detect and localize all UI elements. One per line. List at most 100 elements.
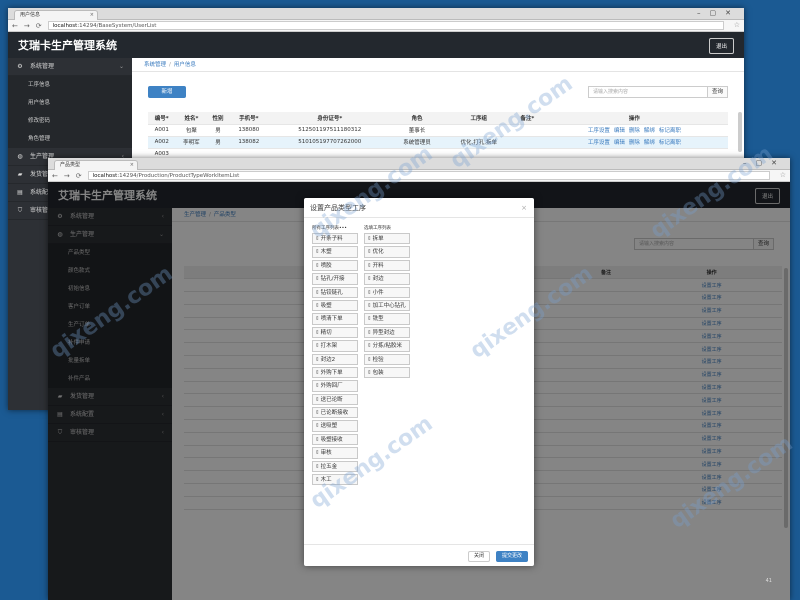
drag-handle-icon[interactable]: ⇕ (367, 249, 372, 255)
window-controls[interactable]: –▢✕ (697, 9, 740, 17)
url-input[interactable]: localhost:14294/BaseSystem/UserList (47, 21, 724, 30)
mark-resigned-link[interactable]: 标记离职 (659, 128, 681, 134)
process-item[interactable]: ⇕吸塑接收 (312, 433, 358, 446)
drag-handle-icon[interactable]: ⇕ (315, 397, 320, 403)
edit-link[interactable]: 编辑 (614, 140, 625, 146)
drag-handle-icon[interactable]: ⇕ (367, 263, 372, 269)
drag-handle-icon[interactable]: ⇕ (315, 370, 320, 376)
process-item[interactable]: ⇕审核 (312, 447, 358, 459)
drag-handle-icon[interactable]: ⇕ (367, 236, 372, 242)
process-settings-link[interactable]: 工序设置 (588, 140, 610, 146)
drag-handle-icon[interactable]: ⇕ (367, 276, 372, 282)
bookmark-star-icon[interactable]: ☆ (734, 21, 740, 29)
drag-handle-icon[interactable]: ⇕ (315, 236, 320, 242)
process-item[interactable]: ⇕送已论断 (312, 393, 358, 406)
browser-tab-product-type[interactable]: 产品类型 × (54, 160, 138, 170)
back-icon[interactable]: ← (52, 172, 58, 180)
process-settings-link[interactable]: 工序设置 (588, 128, 610, 134)
process-item[interactable]: ⇕小件 (364, 286, 410, 298)
process-item[interactable]: ⇕封边 (364, 273, 410, 285)
drag-handle-icon[interactable]: ⇕ (367, 316, 372, 322)
column-header[interactable]: 操作 (540, 112, 728, 125)
table-row[interactable]: A001 包聚男 138080 512501197511180312 董事长 工序设置 编辑… (148, 124, 728, 137)
add-button[interactable]: 新增 (148, 86, 186, 98)
process-item[interactable]: ⇕封边2 (312, 353, 358, 365)
process-item[interactable]: ⇕吸塑 (312, 299, 358, 312)
sidebar-group-system[interactable]: ⚙ 系统管理 ⌄ (8, 58, 132, 76)
drag-handle-icon[interactable]: ⇕ (315, 290, 320, 296)
close-icon[interactable]: × (130, 161, 134, 170)
drag-handle-icon[interactable]: ⇕ (367, 343, 372, 349)
process-item[interactable]: ⇕分拣/粘胶米 (364, 340, 410, 352)
table-row[interactable]: A002 李明军男 138082 510105197707262000 系统管理员 优化,… (148, 136, 728, 149)
unbind-link[interactable]: 解绑 (644, 128, 655, 134)
process-item[interactable]: ⇕外购下单 (312, 366, 358, 379)
process-item[interactable]: ⇕铣型 (364, 313, 410, 325)
column-header[interactable]: 编号* (148, 112, 176, 125)
search-button[interactable]: 查询 (707, 86, 728, 98)
process-item[interactable]: ⇕已论断接收 (312, 407, 358, 419)
process-item[interactable]: ⇕送吸塑 (312, 420, 358, 432)
unbind-link[interactable]: 解绑 (644, 140, 655, 146)
mark-resigned-link[interactable]: 标记离职 (659, 140, 681, 146)
drag-handle-icon[interactable]: ⇕ (315, 464, 320, 470)
drag-handle-icon[interactable]: ⇕ (315, 303, 320, 309)
drag-handle-icon[interactable]: ⇕ (367, 370, 372, 376)
process-item[interactable]: ⇕检验 (364, 353, 410, 365)
sidebar-item-users[interactable]: 用户信息 (8, 94, 132, 112)
column-header[interactable]: 角色 (390, 112, 444, 125)
sidebar-item-roles[interactable]: 角色管理 (8, 130, 132, 148)
browser-tab-user-info[interactable]: 用户信息 × (14, 10, 98, 20)
bookmark-star-icon[interactable]: ☆ (780, 171, 786, 179)
process-item[interactable]: ⇕钻孔/开接 (312, 273, 358, 285)
column-header[interactable]: 性别 (207, 112, 229, 125)
process-item[interactable]: ⇕拉五金 (312, 460, 358, 473)
drag-handle-icon[interactable]: ⇕ (315, 343, 320, 349)
drag-handle-icon[interactable]: ⇕ (315, 316, 320, 322)
exit-button[interactable]: 退出 (708, 38, 734, 54)
process-item[interactable]: ⇕打木架 (312, 340, 358, 352)
window-controls[interactable]: –▢✕ (743, 159, 786, 167)
drag-handle-icon[interactable]: ⇕ (315, 249, 320, 255)
process-item[interactable]: ⇕木工 (312, 474, 358, 486)
reload-icon[interactable]: ⟳ (76, 172, 82, 180)
column-header[interactable]: 工序组 (443, 112, 514, 125)
process-item[interactable]: ⇕钻铰链孔 (312, 286, 358, 298)
breadcrumb-item[interactable]: 系统管理 (144, 62, 166, 68)
drag-handle-icon[interactable]: ⇕ (367, 303, 372, 309)
reload-icon[interactable]: ⟳ (36, 22, 42, 30)
sidebar-item-process[interactable]: 工序信息 (8, 76, 132, 94)
process-item[interactable]: ⇕喷胶 (312, 259, 358, 272)
drag-handle-icon[interactable]: ⇕ (315, 330, 320, 336)
process-item[interactable]: ⇕开条子料 (312, 233, 358, 245)
delete-link[interactable]: 删除 (629, 140, 640, 146)
drag-handle-icon[interactable]: ⇕ (315, 357, 320, 363)
delete-link[interactable]: 删除 (629, 128, 640, 134)
process-item[interactable]: ⇕加工中心钻孔 (364, 299, 410, 312)
close-icon[interactable]: × (521, 198, 527, 218)
column-header[interactable]: 身份证号* (269, 112, 391, 125)
process-item[interactable]: ⇕木塑 (312, 246, 358, 258)
url-input[interactable]: localhost:14294/Production/ProductTypeWo… (87, 171, 770, 180)
search-input[interactable]: 请输入搜索内容 (587, 86, 708, 98)
process-item[interactable]: ⇕喷清下单 (312, 313, 358, 325)
column-header[interactable]: 手机号* (228, 112, 270, 125)
forward-icon[interactable]: → (24, 22, 30, 30)
drag-handle-icon[interactable]: ⇕ (315, 383, 320, 389)
process-item[interactable]: ⇕异型封边 (364, 326, 410, 339)
forward-icon[interactable]: → (64, 172, 70, 180)
process-item[interactable]: ⇕外购回厂 (312, 380, 358, 392)
close-icon[interactable]: × (90, 11, 94, 20)
process-item[interactable]: ⇕包装 (364, 366, 410, 379)
process-item[interactable]: ⇕开料 (364, 259, 410, 272)
drag-handle-icon[interactable]: ⇕ (315, 450, 320, 456)
close-button[interactable]: 关闭 (467, 551, 490, 562)
drag-handle-icon[interactable]: ⇕ (315, 276, 320, 282)
drag-handle-icon[interactable]: ⇕ (315, 410, 320, 416)
process-item[interactable]: ⇕精切 (312, 326, 358, 339)
process-item[interactable]: ⇕拆单 (364, 233, 410, 245)
edit-link[interactable]: 编辑 (614, 128, 625, 134)
drag-handle-icon[interactable]: ⇕ (315, 263, 320, 269)
drag-handle-icon[interactable]: ⇕ (367, 290, 372, 296)
sidebar-item-password[interactable]: 修改密码 (8, 112, 132, 130)
